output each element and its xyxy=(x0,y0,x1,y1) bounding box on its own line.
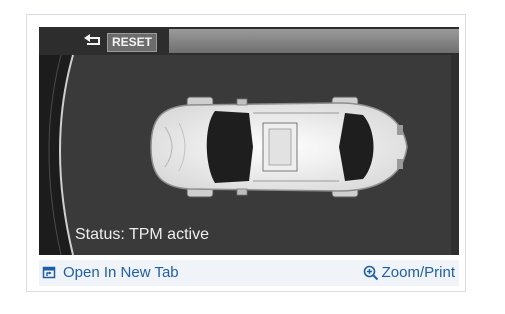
reset-button[interactable]: RESET xyxy=(107,33,158,52)
open-new-tab-link[interactable]: Open In New Tab xyxy=(42,264,179,281)
image-footer: Open In New Tab Zoom/Print xyxy=(39,260,459,286)
zoom-print-label: Zoom/Print xyxy=(381,264,455,281)
idrive-screen: RESET Status: TPM active xyxy=(39,27,459,255)
open-new-tab-label: Open In New Tab xyxy=(63,264,179,281)
car-top-view xyxy=(150,98,408,196)
magnifier-plus-icon xyxy=(363,265,378,280)
screen-graphic xyxy=(39,27,459,255)
open-new-tab-icon xyxy=(42,266,56,279)
image-frame: RESET Status: TPM active Open In New Tab… xyxy=(26,14,466,292)
zoom-print-link[interactable]: Zoom/Print xyxy=(363,264,455,281)
tpm-status-text: Status: TPM active xyxy=(75,226,209,243)
return-arrow-icon[interactable] xyxy=(81,33,103,50)
